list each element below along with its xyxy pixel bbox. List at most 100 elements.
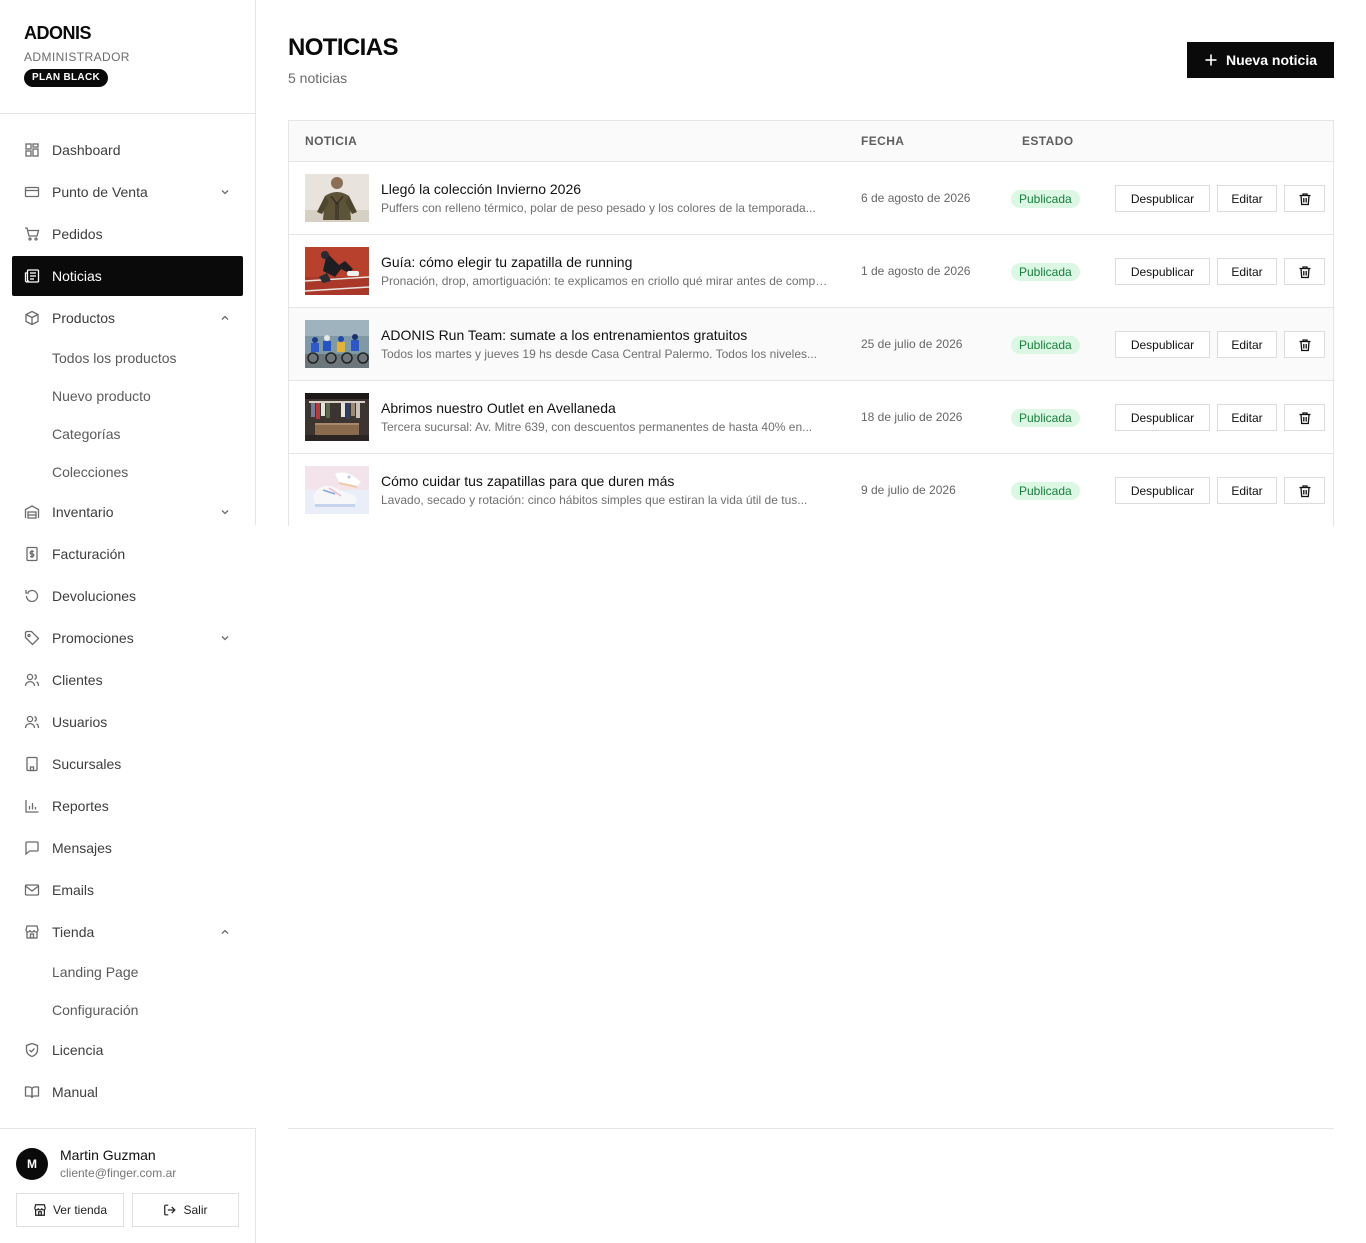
news-thumbnail[interactable] <box>305 393 369 441</box>
news-excerpt: Lavado, secado y rotación: cinco hábitos… <box>381 493 808 507</box>
news-title[interactable]: ADONIS Run Team: sumate a los entrenamie… <box>381 327 747 343</box>
sidebar-item-label: Tienda <box>52 924 95 940</box>
news-thumbnail[interactable] <box>305 174 369 222</box>
shield-check-icon <box>25 1042 39 1058</box>
sneakers-image <box>305 466 369 514</box>
cyclists-image <box>305 320 369 368</box>
dashboard-icon <box>25 143 39 157</box>
sidebar-item-promotions[interactable]: Promociones <box>12 618 243 658</box>
sidebar-subitem-all-products[interactable]: Todos los productos <box>52 346 177 370</box>
message-square-icon <box>25 841 39 856</box>
sidebar-item-dashboard[interactable]: Dashboard <box>12 130 243 170</box>
sidebar-item-label: Manual <box>52 1084 98 1100</box>
sidebar-item-pos[interactable]: Punto de Venta <box>12 172 243 212</box>
warehouse-icon <box>24 505 40 519</box>
sidebar-item-users[interactable]: Usuarios <box>12 702 243 742</box>
table-row[interactable]: Guía: cómo elegir tu zapatilla de runnin… <box>289 235 1333 308</box>
sidebar-subitem-configuration[interactable]: Configuración <box>52 998 138 1022</box>
delete-button[interactable] <box>1284 404 1325 431</box>
news-title[interactable]: Guía: cómo elegir tu zapatilla de runnin… <box>381 254 632 270</box>
footer-divider <box>288 1128 1334 1129</box>
table-row[interactable]: Cómo cuidar tus zapatillas para que dure… <box>289 454 1333 527</box>
sidebar-item-emails[interactable]: Emails <box>12 870 243 910</box>
unpublish-button[interactable]: Despublicar <box>1115 185 1210 212</box>
plan-badge: PLAN BLACK <box>24 69 108 87</box>
news-title[interactable]: Cómo cuidar tus zapatillas para que dure… <box>381 473 674 489</box>
table-row[interactable]: ADONIS Run Team: sumate a los entrenamie… <box>289 308 1333 381</box>
status-badge: Publicada <box>1011 336 1080 354</box>
unpublish-button[interactable]: Despublicar <box>1115 331 1210 358</box>
delete-button[interactable] <box>1284 258 1325 285</box>
sidebar-subitem-new-product[interactable]: Nuevo producto <box>52 384 151 408</box>
sidebar-item-messages[interactable]: Mensajes <box>12 828 243 868</box>
news-thumbnail[interactable] <box>305 320 369 368</box>
sidebar-subitem-landing-page[interactable]: Landing Page <box>52 960 138 984</box>
logout-button[interactable]: Salir <box>132 1193 239 1227</box>
sidebar-item-label: Inventario <box>52 504 114 520</box>
table-row[interactable]: Abrimos nuestro Outlet en Avellaneda Ter… <box>289 381 1333 454</box>
chevron-down-icon <box>221 636 229 641</box>
delete-button[interactable] <box>1284 185 1325 212</box>
sidebar-item-news[interactable]: Noticias <box>12 256 243 296</box>
new-news-button[interactable]: Nueva noticia <box>1187 42 1334 78</box>
sidebar-item-license[interactable]: Licencia <box>12 1030 243 1070</box>
edit-button[interactable]: Editar <box>1217 331 1277 358</box>
sidebar-item-branches[interactable]: Sucursales <box>12 744 243 784</box>
sidebar-item-label: Dashboard <box>52 142 121 158</box>
news-date: 1 de agosto de 2026 <box>861 264 971 278</box>
sidebar-item-label: Productos <box>52 310 116 326</box>
news-title[interactable]: Llegó la colección Invierno 2026 <box>381 181 581 197</box>
news-title[interactable]: Abrimos nuestro Outlet en Avellaneda <box>381 400 616 416</box>
news-thumbnail[interactable] <box>305 466 369 514</box>
table-header: NOTICIA FECHA ESTADO <box>289 121 1333 162</box>
brand-area: ADONIS ADMINISTRADOR PLAN BLACK <box>0 0 256 114</box>
unpublish-button[interactable]: Despublicar <box>1115 258 1210 285</box>
sidebar-item-label: Emails <box>52 882 95 898</box>
sidebar-item-manual[interactable]: Manual <box>12 1072 243 1112</box>
sidebar-item-store[interactable]: Tienda <box>12 912 243 952</box>
table-row[interactable]: Llegó la colección Invierno 2026 Puffers… <box>289 162 1333 235</box>
news-date: 9 de julio de 2026 <box>861 483 956 497</box>
edit-button[interactable]: Editar <box>1217 258 1277 285</box>
sidebar-subitem-categories[interactable]: Categorías <box>52 422 120 446</box>
edit-button[interactable]: Editar <box>1217 185 1277 212</box>
sidebar-item-returns[interactable]: Devoluciones <box>12 576 243 616</box>
edit-button[interactable]: Editar <box>1217 404 1277 431</box>
store-icon <box>34 1204 46 1216</box>
sidebar-item-label: Clientes <box>52 672 103 688</box>
news-thumbnail[interactable] <box>305 247 369 295</box>
column-header-date: FECHA <box>861 134 905 148</box>
chevron-down-icon <box>221 510 229 515</box>
chevron-up-icon <box>221 929 229 934</box>
sidebar-item-customers[interactable]: Clientes <box>12 660 243 700</box>
plus-icon <box>1205 54 1217 66</box>
news-table: NOTICIA FECHA ESTADO Llegó la colección … <box>288 120 1334 527</box>
unpublish-button[interactable]: Despublicar <box>1115 477 1210 504</box>
delete-button[interactable] <box>1284 331 1325 358</box>
column-header-news: NOTICIA <box>305 134 358 148</box>
unpublish-button[interactable]: Despublicar <box>1115 404 1210 431</box>
sidebar-item-inventory[interactable]: Inventario <box>12 492 243 532</box>
view-store-button[interactable]: Ver tienda <box>16 1193 124 1227</box>
sidebar-item-label: Mensajes <box>52 840 112 856</box>
sidebar-subitem-collections[interactable]: Colecciones <box>52 460 128 484</box>
new-news-label: Nueva noticia <box>1225 52 1318 68</box>
sidebar-item-label: Noticias <box>52 268 102 284</box>
edit-button[interactable]: Editar <box>1217 477 1277 504</box>
user-email: cliente@finger.com.ar <box>60 1166 177 1180</box>
delete-button[interactable] <box>1284 477 1325 504</box>
news-date: 6 de agosto de 2026 <box>861 191 971 205</box>
sidebar: ADONIS ADMINISTRADOR PLAN BLACK Dashboar… <box>0 0 256 1243</box>
sidebar-item-products[interactable]: Productos <box>12 298 243 338</box>
sidebar-item-billing[interactable]: Facturación <box>12 534 243 574</box>
sidebar-divider <box>255 114 256 525</box>
sidebar-item-orders[interactable]: Pedidos <box>12 214 243 254</box>
users-icon <box>24 673 40 687</box>
news-date: 18 de julio de 2026 <box>861 410 963 424</box>
credit-card-icon <box>24 186 40 198</box>
logout-icon <box>164 1204 177 1216</box>
sidebar-item-reports[interactable]: Reportes <box>12 786 243 826</box>
package-icon <box>25 310 39 326</box>
column-header-status: ESTADO <box>1022 134 1074 148</box>
news-excerpt: Todos los martes y jueves 19 hs desde Ca… <box>381 347 817 361</box>
